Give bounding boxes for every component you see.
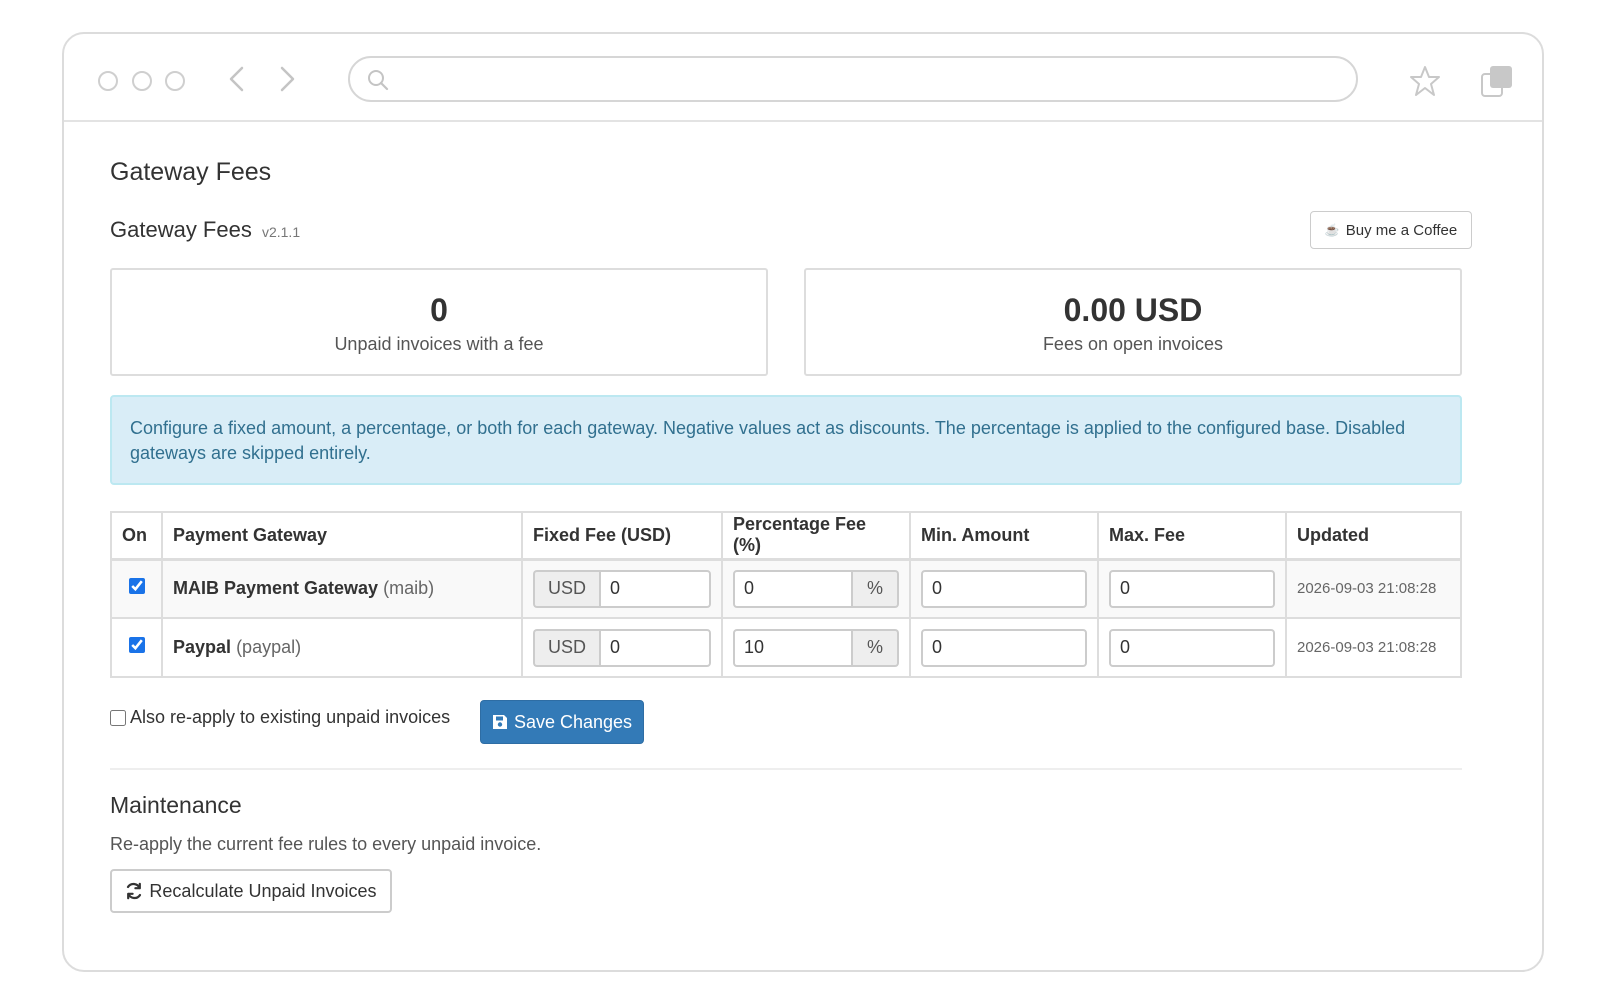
module-heading: Gateway Fees v2.1.1 (110, 217, 300, 243)
coffee-icon: ☕ (1324, 223, 1340, 237)
table-row: MAIB Payment Gateway (maib) USD % (110, 558, 1462, 619)
currency-addon: USD (533, 628, 599, 667)
forward-icon[interactable] (272, 64, 302, 94)
fixed-fee-group: USD (533, 569, 711, 608)
recalculate-button[interactable]: Recalculate Unpaid Invoices (110, 869, 392, 913)
cell-enabled (110, 617, 163, 678)
stat-unpaid-invoices: 0 Unpaid invoices with a fee (110, 268, 768, 376)
updated-timestamp: 2026-09-03 21:08:28 (1285, 558, 1462, 619)
max-fee-input[interactable] (1109, 569, 1275, 608)
module-name: Gateway Fees (110, 217, 252, 242)
browser-toolbar (64, 34, 1542, 122)
cell-gateway: Paypal (paypal) (161, 617, 523, 678)
fixed-fee-input[interactable] (599, 628, 711, 667)
col-header-gateway: Payment Gateway (161, 511, 523, 561)
maintenance-title: Maintenance (110, 792, 242, 818)
fixed-fee-group: USD (533, 628, 711, 667)
percentage-fee-input[interactable] (733, 628, 853, 667)
fixed-fee-input[interactable] (599, 569, 711, 608)
percent-addon: % (853, 628, 899, 667)
cell-max-fee (1097, 558, 1287, 619)
percentage-fee-group: % (733, 569, 899, 608)
reapply-label: Also re-apply to existing unpaid invoice… (130, 707, 451, 727)
maintenance-description: Re-apply the current fee rules to every … (110, 834, 542, 854)
min-amount-input[interactable] (921, 628, 1087, 667)
gateway-name: Paypal (173, 637, 232, 657)
buy-coffee-label: Buy me a Coffee (1345, 221, 1458, 239)
stat-label: Unpaid invoices with a fee (334, 334, 544, 354)
recalculate-label: Recalculate Unpaid Invoices (149, 880, 377, 901)
window-dot-maximize[interactable] (165, 71, 185, 91)
gateway-enabled-checkbox[interactable] (128, 637, 145, 653)
window-dot-close[interactable] (98, 71, 118, 91)
stat-value: 0 (430, 292, 448, 328)
max-fee-input[interactable] (1109, 628, 1275, 667)
gateway-fees-table: On Payment Gateway Fixed Fee (USD) Perce… (110, 511, 1462, 678)
col-header-min-amount: Min. Amount (909, 511, 1099, 561)
gateway-name: MAIB Payment Gateway (173, 578, 379, 599)
save-changes-button[interactable]: Save Changes (480, 700, 644, 744)
cell-max-fee (1097, 617, 1287, 678)
cell-min-amount (909, 617, 1099, 678)
col-header-updated: Updated (1285, 511, 1462, 561)
cell-percentage-fee: % (721, 558, 911, 619)
percent-addon: % (853, 569, 899, 608)
percentage-fee-group: % (733, 628, 899, 667)
stat-label: Fees on open invoices (1042, 334, 1224, 354)
tabs-icon[interactable] (1478, 62, 1518, 102)
col-header-max-fee: Max. Fee (1097, 511, 1287, 561)
search-icon (368, 70, 389, 91)
col-header-on: On (110, 511, 163, 561)
gateway-code: (maib) (383, 578, 435, 599)
cell-min-amount (909, 558, 1099, 619)
table-header-row: On Payment Gateway Fixed Fee (USD) Perce… (110, 511, 1462, 561)
table-row: Paypal (paypal) USD % (110, 617, 1462, 678)
section-divider (110, 768, 1462, 770)
page-content: Gateway Fees Gateway Fees v2.1.1 ☕ Buy m… (110, 122, 1500, 970)
cell-fixed-fee: USD (521, 617, 723, 678)
cell-enabled (110, 558, 163, 619)
stat-value: 0.00 USD (1063, 292, 1203, 328)
save-changes-label: Save Changes (513, 711, 633, 732)
refresh-icon (127, 882, 142, 900)
page-title: Gateway Fees (110, 158, 272, 186)
back-icon[interactable] (222, 64, 252, 94)
stat-open-fees: 0.00 USD Fees on open invoices (804, 268, 1462, 376)
buy-coffee-button[interactable]: ☕ Buy me a Coffee (1310, 211, 1472, 249)
window-dot-minimize[interactable] (132, 71, 152, 91)
percentage-fee-input[interactable] (733, 569, 853, 608)
cell-percentage-fee: % (721, 617, 911, 678)
cell-gateway: MAIB Payment Gateway (maib) (161, 558, 523, 619)
currency-addon: USD (533, 569, 599, 608)
col-header-fixed-fee: Fixed Fee (USD) (521, 511, 723, 561)
browser-window: Gateway Fees Gateway Fees v2.1.1 ☕ Buy m… (62, 32, 1544, 972)
address-bar[interactable] (348, 56, 1358, 102)
gateway-enabled-checkbox[interactable] (128, 578, 145, 595)
col-header-percentage-fee: Percentage Fee (%) (721, 511, 911, 561)
cell-fixed-fee: USD (521, 558, 723, 619)
star-icon[interactable] (1408, 64, 1442, 98)
save-icon (492, 715, 507, 729)
min-amount-input[interactable] (921, 569, 1087, 608)
reapply-checkbox[interactable] (110, 709, 126, 726)
updated-timestamp: 2026-09-03 21:08:28 (1285, 617, 1462, 678)
reapply-option[interactable]: Also re-apply to existing unpaid invoice… (110, 707, 450, 728)
module-version: v2.1.1 (261, 224, 301, 240)
gateway-code: (paypal) (236, 637, 302, 657)
info-alert: Configure a fixed amount, a percentage, … (110, 395, 1462, 485)
